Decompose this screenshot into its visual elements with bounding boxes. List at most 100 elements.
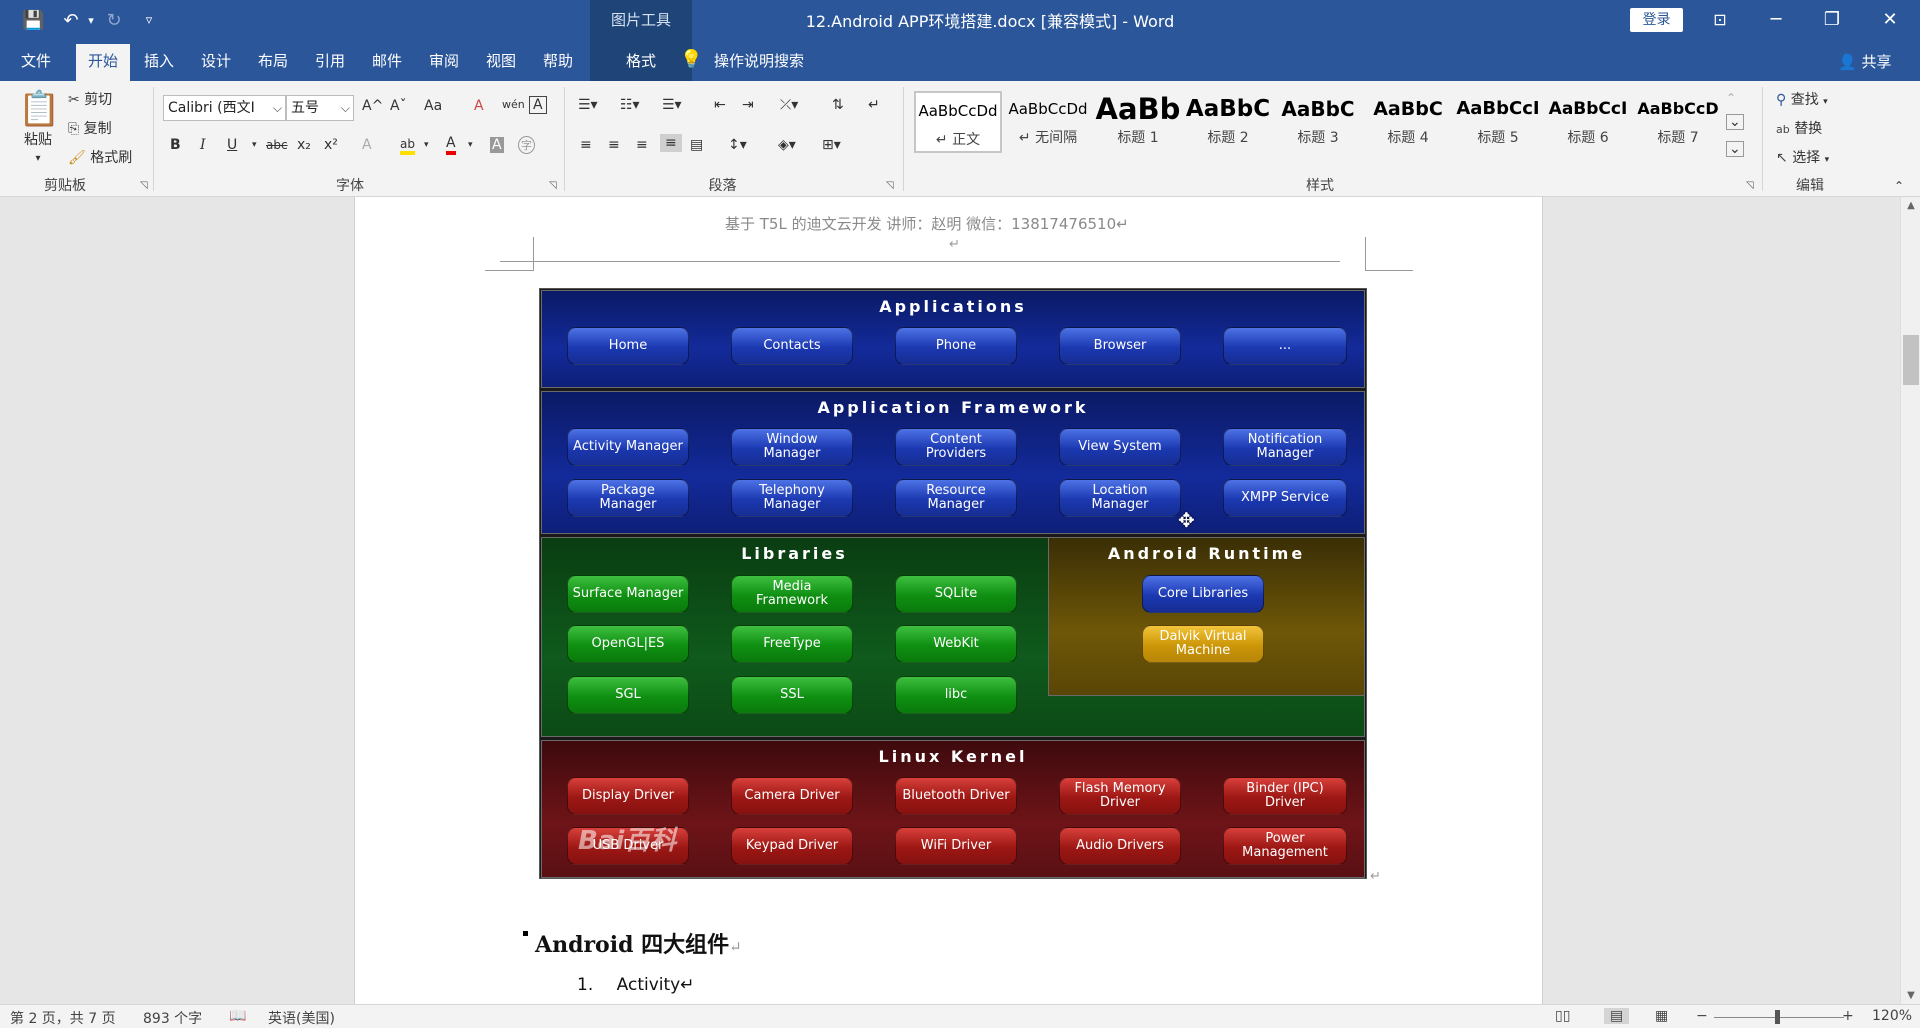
replace-button[interactable]: ab 替换 — [1776, 118, 1822, 138]
font-size-combo[interactable]: 五号 ⌵ — [286, 95, 354, 121]
close-button[interactable]: ✕ — [1870, 6, 1910, 34]
restore-button[interactable]: ❐ — [1812, 6, 1852, 34]
increase-indent-icon[interactable]: ⇥ — [742, 97, 754, 113]
zoom-out-icon[interactable]: − — [1696, 1008, 1708, 1024]
tab-format[interactable]: 格式 — [590, 40, 692, 81]
vertical-scrollbar[interactable]: ▲ ▼ — [1900, 197, 1920, 1004]
find-button[interactable]: ⚲ 查找 ▾ — [1776, 89, 1828, 109]
cut-button[interactable]: ✂ 剪切 — [68, 89, 112, 109]
tab-insert[interactable]: 插入 — [143, 50, 175, 72]
paste-button[interactable]: 📋 粘贴 ▾ — [18, 89, 60, 165]
sort-icon[interactable]: ⇅ — [832, 97, 844, 113]
character-border-icon[interactable]: A — [529, 96, 547, 114]
line-spacing-icon[interactable]: ↕▾ — [728, 137, 747, 153]
chinese-layout-icon[interactable]: ⤫▾ — [780, 97, 798, 113]
tab-help[interactable]: 帮助 — [542, 50, 574, 72]
chevron-down-icon[interactable]: ⌵ — [341, 96, 350, 120]
superscript-button[interactable]: x² — [324, 137, 338, 153]
styles-scroll-up-icon[interactable]: ⌃ — [1726, 91, 1736, 105]
styles-scroll-down-icon[interactable]: ⌄ — [1726, 114, 1744, 130]
tab-view[interactable]: 视图 — [485, 50, 517, 72]
login-button[interactable]: 登录 — [1630, 8, 1683, 32]
chevron-down-icon[interactable]: ▾ — [424, 140, 429, 150]
styles-more-icon[interactable]: ⌄ — [1726, 141, 1744, 157]
share-button[interactable]: 👤 共享 — [1838, 51, 1891, 72]
tab-design[interactable]: 设计 — [200, 50, 232, 72]
show-marks-icon[interactable]: ↵ — [868, 97, 880, 113]
proofing-icon[interactable]: 📖 — [229, 1008, 246, 1024]
styles-launcher-icon[interactable]: ◹ — [1746, 180, 1754, 191]
scroll-down-icon[interactable]: ▼ — [1901, 990, 1920, 1001]
copy-button[interactable]: ⎘ 复制 — [68, 118, 112, 138]
distributed-icon[interactable]: ▤ — [690, 137, 703, 153]
undo-dropdown-icon[interactable]: ▾ — [80, 14, 102, 27]
tab-home[interactable]: 开始 — [76, 44, 130, 81]
zoom-level[interactable]: 120% — [1872, 1008, 1912, 1024]
minimize-button[interactable]: ─ — [1756, 6, 1796, 34]
word-count[interactable]: 893 个字 — [143, 1008, 202, 1028]
char-shading-icon[interactable]: A — [490, 137, 504, 153]
justify-icon[interactable]: ≡ — [660, 134, 682, 152]
italic-button[interactable]: I — [200, 137, 206, 153]
style-heading-5[interactable]: AaBbCcI 标题 5 — [1454, 91, 1542, 153]
font-family-combo[interactable]: Calibri (西文I ⌵ — [163, 95, 286, 121]
numbering-icon[interactable]: ☷▾ — [620, 97, 640, 113]
clear-format-icon[interactable]: A — [474, 98, 484, 114]
shading-icon[interactable]: ◈▾ — [778, 137, 796, 153]
clipboard-launcher-icon[interactable]: ◹ — [140, 180, 148, 191]
tell-me-search[interactable]: 操作说明搜索 — [714, 50, 804, 71]
align-left-icon[interactable]: ≡ — [580, 137, 592, 153]
style-heading-1[interactable]: AaBb 标题 1 — [1094, 91, 1182, 153]
borders-icon[interactable]: ⊞▾ — [822, 137, 841, 153]
document-page[interactable]: 基于 T5L 的迪文云开发 讲师：赵明 微信：13817476510↵ ↵ Ap… — [354, 197, 1543, 1004]
scrollbar-thumb[interactable] — [1903, 335, 1919, 385]
enclose-char-icon[interactable]: 字 — [518, 136, 535, 154]
decrease-indent-icon[interactable]: ⇤ — [714, 97, 726, 113]
style-heading-3[interactable]: AaBbC 标题 3 — [1274, 91, 1362, 153]
page-count[interactable]: 第 2 页，共 7 页 — [10, 1008, 116, 1028]
style-heading-7[interactable]: AaBbCcD 标题 7 — [1634, 91, 1722, 153]
grow-font-icon[interactable]: A^ — [362, 98, 383, 114]
style-heading-2[interactable]: AaBbC 标题 2 — [1184, 91, 1272, 153]
web-layout-icon[interactable]: ▦ — [1655, 1008, 1668, 1024]
android-architecture-image[interactable]: Applications Home Contacts Phone Browser… — [539, 288, 1367, 879]
bold-button[interactable]: B — [170, 137, 181, 153]
style-heading-6[interactable]: AaBbCcI 标题 6 — [1544, 91, 1632, 153]
tab-references[interactable]: 引用 — [314, 50, 346, 72]
tab-layout[interactable]: 布局 — [257, 50, 289, 72]
style-no-spacing[interactable]: AaBbCcDd ↵ 无间隔 — [1004, 91, 1092, 153]
style-normal[interactable]: AaBbCcDd ↵ 正文 — [914, 91, 1002, 153]
change-case-icon[interactable]: Aa — [424, 98, 442, 114]
select-button[interactable]: ↖ 选择 ▾ — [1776, 147, 1829, 167]
align-right-icon[interactable]: ≡ — [636, 137, 648, 153]
chevron-down-icon[interactable]: ⌵ — [273, 96, 282, 120]
multilevel-list-icon[interactable]: ☰▾ — [662, 97, 682, 113]
collapse-ribbon-icon[interactable]: ⌃ — [1894, 179, 1904, 193]
save-icon[interactable]: 💾 — [22, 10, 44, 31]
paragraph-launcher-icon[interactable]: ◹ — [886, 180, 894, 191]
tab-review[interactable]: 审阅 — [428, 50, 460, 72]
tab-file[interactable]: 文件 — [20, 50, 52, 72]
tab-mailings[interactable]: 邮件 — [371, 50, 403, 72]
undo-icon[interactable]: ↶ — [60, 10, 82, 31]
redo-icon[interactable]: ↻ — [103, 10, 125, 31]
language-indicator[interactable]: 英语(美国) — [268, 1008, 335, 1028]
highlight-icon[interactable]: ab — [400, 137, 415, 155]
format-painter-button[interactable]: 🖌 格式刷 — [68, 147, 132, 167]
read-mode-icon[interactable]: ▯▯ — [1555, 1008, 1570, 1024]
align-center-icon[interactable]: ≡ — [608, 137, 620, 153]
zoom-in-icon[interactable]: + — [1842, 1008, 1854, 1024]
zoom-slider-thumb[interactable] — [1775, 1010, 1780, 1024]
chevron-down-icon[interactable]: ▾ — [252, 140, 257, 150]
customize-qat-icon[interactable]: ▿ — [138, 13, 160, 28]
strikethrough-button[interactable]: abc — [266, 138, 288, 152]
section-heading[interactable]: Android 四大组件↵ — [535, 927, 742, 959]
style-heading-4[interactable]: AaBbC 标题 4 — [1364, 91, 1452, 153]
shrink-font-icon[interactable]: Aˇ — [390, 98, 407, 114]
bullets-icon[interactable]: ☰▾ — [578, 97, 598, 113]
font-color-icon[interactable]: A — [446, 135, 456, 155]
text-effects-icon[interactable]: A — [362, 137, 372, 153]
print-layout-icon[interactable]: ▤ — [1604, 1008, 1630, 1024]
font-launcher-icon[interactable]: ◹ — [549, 180, 557, 191]
ribbon-display-icon[interactable]: ⊡ — [1700, 6, 1740, 34]
